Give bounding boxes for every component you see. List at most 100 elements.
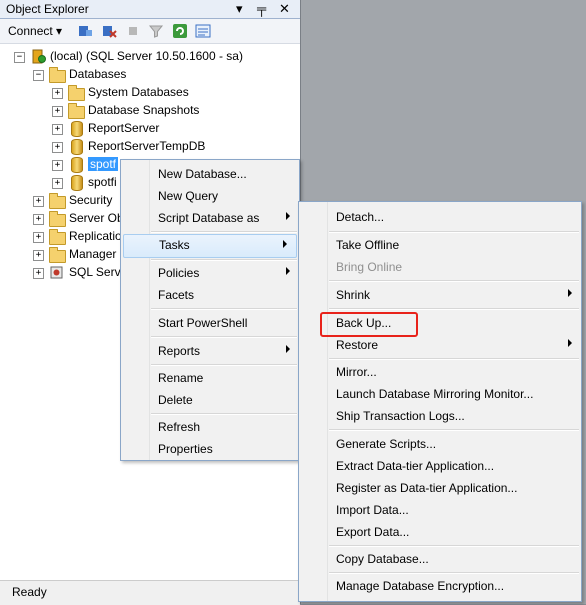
menu-separator	[329, 429, 579, 431]
menu-item-register-data-tier[interactable]: Register as Data-tier Application...	[299, 477, 581, 499]
menu-separator	[329, 572, 579, 574]
menu-item-label: Policies	[158, 266, 200, 280]
expand-icon[interactable]: +	[33, 268, 44, 279]
folder-icon	[49, 247, 66, 263]
menu-item-rename[interactable]: Rename	[121, 367, 299, 389]
stop-icon[interactable]	[125, 23, 141, 39]
menu-item-start-powershell[interactable]: Start PowerShell	[121, 312, 299, 334]
expand-icon[interactable]: +	[52, 178, 63, 189]
menu-item-generate-scripts[interactable]: Generate Scripts...	[299, 433, 581, 455]
menu-item-refresh[interactable]: Refresh	[121, 416, 299, 438]
menu-item-detach[interactable]: Detach...	[299, 206, 581, 228]
menu-item-label: Properties	[158, 442, 213, 456]
menu-item-label: Ship Transaction Logs...	[336, 409, 465, 423]
submenu-arrow-icon	[286, 267, 290, 275]
expand-icon[interactable]: +	[52, 160, 63, 171]
database-icon	[68, 175, 84, 191]
menu-item-import-data[interactable]: Import Data...	[299, 499, 581, 521]
tree-node-label: Database Snapshots	[88, 103, 200, 117]
menu-item-label: Rename	[158, 371, 204, 385]
server-icon	[30, 49, 46, 64]
menu-separator	[151, 308, 297, 310]
menu-item-mirror[interactable]: Mirror...	[299, 361, 581, 383]
menu-item-label: Restore	[336, 338, 379, 352]
panel-title: Object Explorer	[6, 2, 89, 16]
menu-item-properties[interactable]: Properties	[121, 438, 299, 460]
folder-icon	[68, 103, 85, 119]
expand-icon[interactable]: +	[33, 232, 44, 243]
refresh-icon[interactable]	[172, 23, 188, 39]
folder-icon	[49, 67, 66, 83]
menu-item-restore[interactable]: Restore	[299, 334, 581, 356]
menu-item-take-offline[interactable]: Take Offline	[299, 234, 581, 256]
menu-item-extract-data-tier[interactable]: Extract Data-tier Application...	[299, 455, 581, 477]
expand-icon[interactable]: +	[52, 124, 63, 135]
menu-item-label: Reports	[158, 344, 201, 358]
expand-icon[interactable]: +	[52, 142, 63, 153]
database-icon	[68, 157, 84, 173]
menu-item-manage-encryption[interactable]: Manage Database Encryption...	[299, 575, 581, 597]
pushpin-icon[interactable]: ╤	[257, 1, 266, 17]
context-menu: New Database... New Query Script Databas…	[120, 159, 300, 461]
menu-item-new-query[interactable]: New Query	[121, 185, 299, 207]
menu-item-label: New Query	[158, 189, 219, 203]
menu-separator	[151, 413, 297, 415]
tree-node-label: spotfi	[88, 175, 117, 189]
close-icon[interactable]: ✕	[279, 1, 290, 17]
menu-item-label: Register as Data-tier Application...	[336, 481, 518, 495]
menu-item-script-database-as[interactable]: Script Database as	[121, 207, 299, 229]
menu-separator	[329, 231, 579, 233]
database-icon	[68, 121, 84, 137]
expand-icon[interactable]: +	[33, 214, 44, 225]
dropdown-icon[interactable]: ▾	[236, 1, 243, 17]
collapse-icon[interactable]: −	[33, 70, 44, 81]
menu-item-label: Extract Data-tier Application...	[336, 459, 495, 473]
folder-icon	[49, 193, 66, 209]
submenu-arrow-icon	[568, 289, 572, 297]
menu-item-tasks[interactable]: Tasks	[123, 234, 297, 258]
menu-item-launch-mirroring-monitor[interactable]: Launch Database Mirroring Monitor...	[299, 383, 581, 405]
connect-object-icon[interactable]	[77, 23, 93, 39]
tree-node-label: ReportServerTempDB	[88, 139, 206, 153]
menu-item-label: Delete	[158, 393, 193, 407]
menu-separator	[329, 545, 579, 547]
menu-item-label: Import Data...	[336, 503, 409, 517]
tree-node-label: spotf	[88, 157, 119, 171]
menu-item-label: Copy Database...	[336, 552, 429, 566]
folder-icon	[49, 211, 66, 227]
menu-item-copy-database[interactable]: Copy Database...	[299, 548, 581, 570]
menu-item-delete[interactable]: Delete	[121, 389, 299, 411]
tasks-submenu: Detach... Take Offline Bring Online Shri…	[298, 201, 582, 602]
menu-item-label: Start PowerShell	[158, 316, 248, 330]
menu-item-ship-transaction-logs[interactable]: Ship Transaction Logs...	[299, 405, 581, 427]
submenu-arrow-icon	[568, 339, 572, 347]
menu-item-label: Launch Database Mirroring Monitor...	[336, 387, 534, 401]
menu-item-label: Detach...	[336, 210, 385, 224]
summary-icon[interactable]	[195, 23, 211, 39]
menu-item-policies[interactable]: Policies	[121, 262, 299, 284]
tree-node-label: (local) (SQL Server 10.50.1600 - sa)	[50, 49, 243, 63]
expand-icon[interactable]: +	[52, 88, 63, 99]
expand-icon[interactable]: +	[33, 196, 44, 207]
panel-titlebar: Object Explorer ▾ ╤ ✕	[0, 0, 300, 19]
disconnect-icon[interactable]	[101, 23, 117, 39]
menu-item-new-database[interactable]: New Database...	[121, 163, 299, 185]
menu-separator	[329, 308, 579, 310]
menu-item-label: Facets	[158, 288, 195, 302]
menu-item-export-data[interactable]: Export Data...	[299, 521, 581, 543]
menu-item-facets[interactable]: Facets	[121, 284, 299, 306]
menu-item-label: Manage Database Encryption...	[336, 579, 505, 593]
menu-item-bring-online: Bring Online	[299, 256, 581, 278]
submenu-arrow-icon	[286, 345, 290, 353]
menu-item-label: Tasks	[159, 238, 190, 252]
connect-button[interactable]: Connect ▾	[8, 24, 62, 38]
filter-icon[interactable]	[148, 23, 164, 39]
tree-node-label: Replicatio	[69, 229, 122, 243]
expand-icon[interactable]: +	[33, 250, 44, 261]
status-bar: Ready	[0, 580, 300, 605]
expand-icon[interactable]: +	[52, 106, 63, 117]
collapse-icon[interactable]: −	[14, 52, 25, 63]
menu-item-reports[interactable]: Reports	[121, 340, 299, 362]
menu-item-label: Refresh	[158, 420, 201, 434]
menu-item-shrink[interactable]: Shrink	[299, 284, 581, 306]
